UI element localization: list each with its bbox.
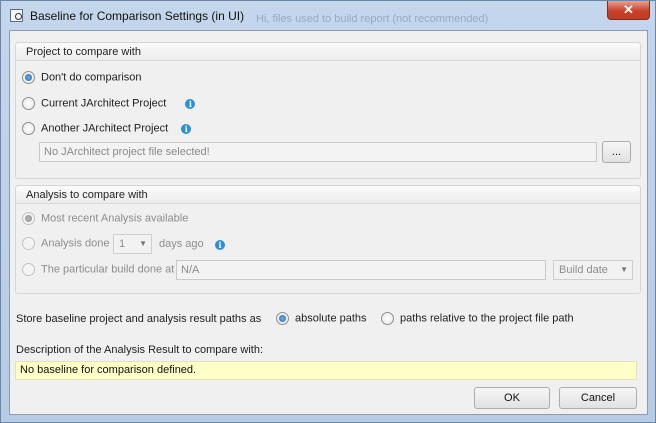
info-icon[interactable]: i [185,98,196,109]
description-label: Description of the Analysis Result to co… [16,344,264,356]
description-field[interactable]: No baseline for comparison defined. [15,361,637,380]
info-icon[interactable]: i [215,240,225,250]
radio-label: The particular build done at [41,263,175,276]
analysis-group: Analysis to compare with Most recent Ana… [15,185,641,294]
radio-button[interactable] [381,312,394,325]
radio-most-recent[interactable]: Most recent Analysis available [22,212,188,228]
radio-particular-build[interactable]: The particular build done at [22,263,174,279]
radio-label: Analysis done [41,237,110,250]
build-date-dropdown[interactable]: Build date ▼ [553,260,633,280]
radio-label: Don't do comparison [41,71,142,84]
radio-analysis-done[interactable]: Analysis done [22,237,110,253]
radio-dont-compare[interactable]: Don't do comparison [22,71,142,87]
browse-button[interactable]: ... [602,141,631,163]
radio-another-project[interactable]: Another JArchitect Project i [22,122,192,138]
radio-label: Current JArchitect Project [41,97,167,110]
window-title: Baseline for Comparison Settings (in UI) [30,9,245,23]
radio-button[interactable] [22,71,35,84]
project-group-header: Project to compare with [16,43,640,61]
days-value: 1 [119,238,126,250]
radio-button[interactable] [276,312,289,325]
radio-button[interactable] [22,97,35,110]
app-icon [10,9,23,22]
info-icon[interactable]: i [181,123,192,134]
dialog-client: Project to compare with Don't do compari… [9,30,648,415]
radio-label: absolute paths [295,312,367,325]
radio-button[interactable] [22,212,35,225]
days-ago-label: days ago [159,238,204,250]
radio-button[interactable] [22,122,35,135]
chevron-down-icon: ▼ [620,265,628,274]
close-icon: ✕ [623,2,634,17]
project-group: Project to compare with Don't do compari… [15,42,641,179]
radio-label: Most recent Analysis available [41,212,189,225]
radio-label: paths relative to the project file path [400,312,574,325]
close-button[interactable]: ✕ [607,1,650,20]
chevron-down-icon: ▼ [139,239,147,248]
build-date-label: Build date [559,264,608,276]
radio-relative-paths[interactable]: paths relative to the project file path [381,312,574,328]
paths-label: Store baseline project and analysis resu… [16,313,262,325]
analysis-group-header: Analysis to compare with [16,186,640,204]
radio-button[interactable] [22,263,35,276]
days-dropdown[interactable]: 1 ▼ [113,234,152,254]
ok-button[interactable]: OK [474,387,550,409]
cancel-button[interactable]: Cancel [559,387,637,409]
dialog-window: Baseline for Comparison Settings (in UI)… [0,0,656,423]
radio-button[interactable] [22,237,35,250]
project-file-field[interactable]: No JArchitect project file selected! [39,142,597,162]
radio-absolute-paths[interactable]: absolute paths [276,312,367,328]
radio-label: Another JArchitect Project [41,122,169,135]
build-field[interactable]: N/A [176,260,546,280]
title-bar[interactable]: Baseline for Comparison Settings (in UI)… [1,1,655,29]
background-ghost-text: Hi, files used to build report (not reco… [256,13,489,25]
radio-current-project[interactable]: Current JArchitect Project i [22,97,196,113]
